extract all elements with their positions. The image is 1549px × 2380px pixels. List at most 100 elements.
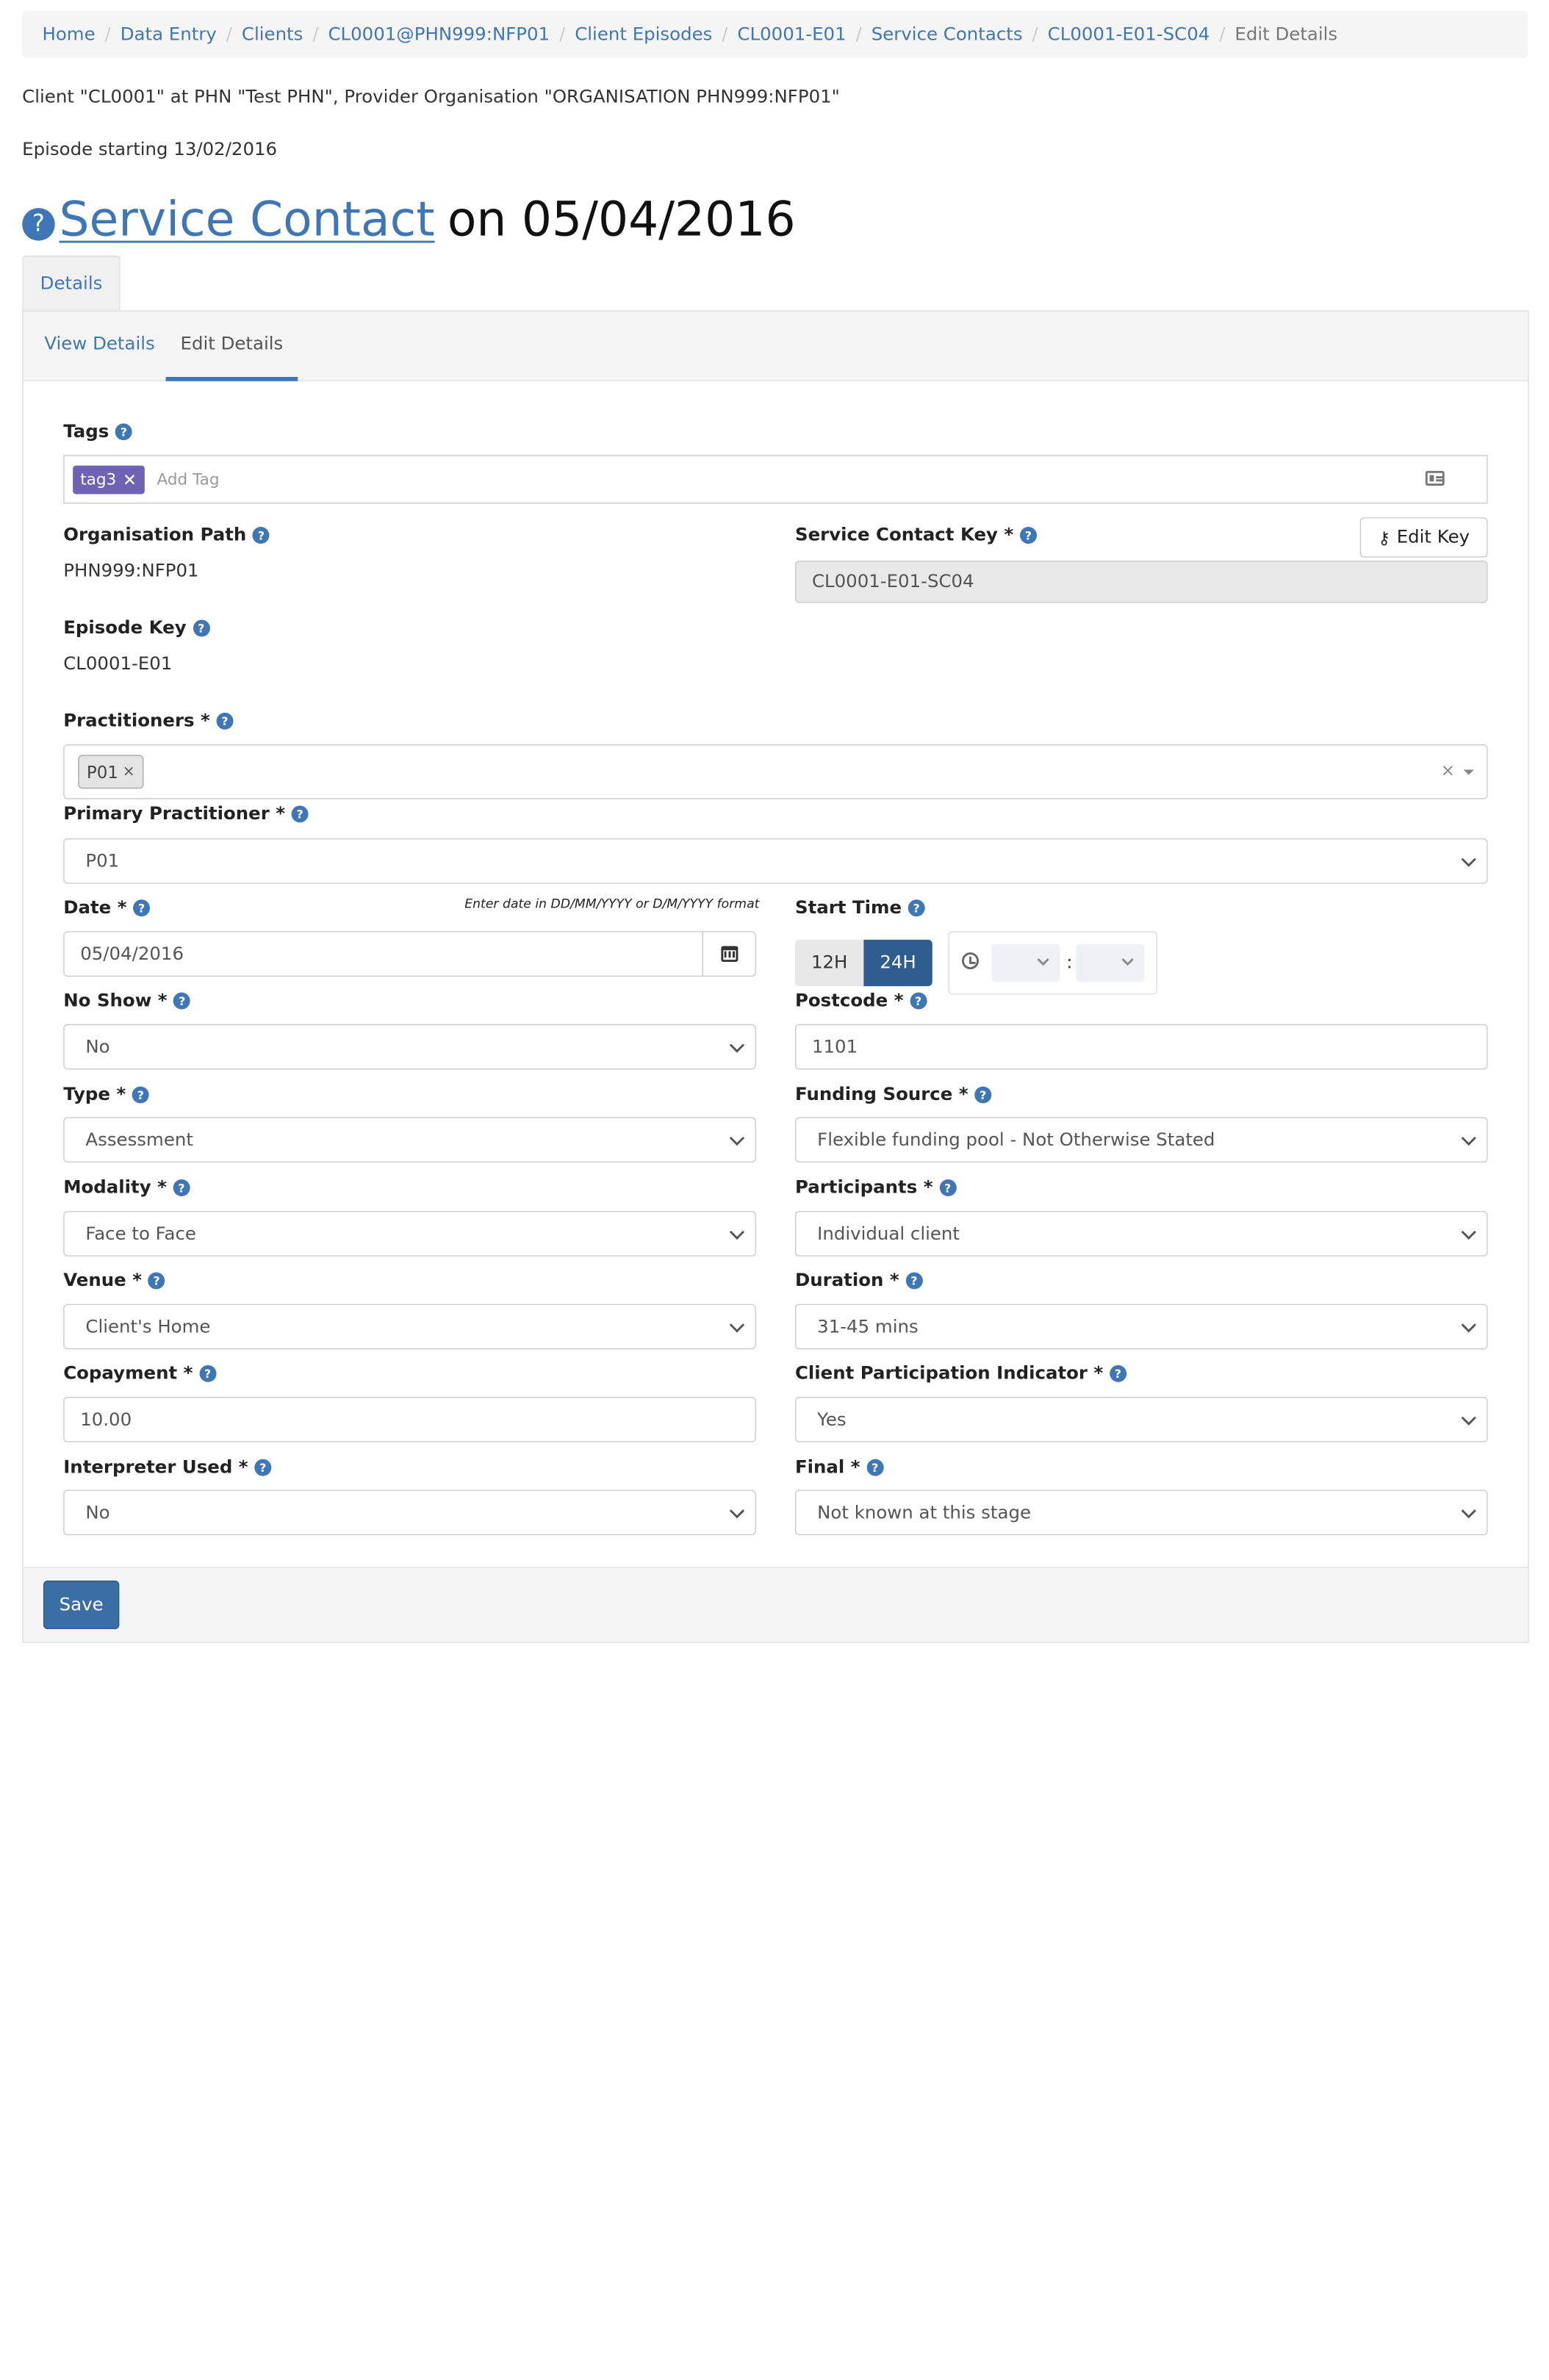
24h-toggle[interactable]: 24H	[863, 939, 932, 987]
minute-select[interactable]	[1076, 943, 1145, 982]
interpreter-label-text: Interpreter Used *	[63, 1456, 248, 1478]
save-button[interactable]: Save	[43, 1581, 120, 1630]
postcode-label-text: Postcode *	[794, 990, 904, 1012]
tab-edit-details[interactable]: Edit Details	[165, 312, 298, 381]
venue-select[interactable]: Client's Home	[63, 1304, 756, 1350]
chevron-down-icon	[729, 1224, 745, 1240]
clear-icon[interactable]: ×	[1441, 761, 1455, 780]
interpreter-select[interactable]: No	[63, 1489, 756, 1536]
help-icon[interactable]: ?	[252, 527, 270, 544]
type-value: Assessment	[85, 1129, 193, 1151]
chevron-down-icon	[1461, 852, 1476, 867]
start-time-label: Start Time ?	[795, 897, 925, 918]
date-input[interactable]: 05/04/2016	[63, 931, 703, 977]
help-icon[interactable]: ?	[133, 899, 151, 917]
title-date: on 05/04/2016	[447, 190, 796, 247]
help-icon[interactable]: ?	[291, 805, 309, 823]
tab-details[interactable]: Details	[22, 255, 121, 312]
no-show-value: No	[85, 1036, 110, 1058]
breadcrumb-data-entry[interactable]: Data Entry	[121, 24, 217, 45]
primary-practitioner-select[interactable]: P01	[63, 838, 1488, 884]
client-participation-label: Client Participation Indicator * ?	[795, 1363, 1126, 1384]
help-icon[interactable]: ?	[173, 1179, 190, 1197]
tags-input[interactable]: tag3 ✕ Add Tag	[63, 455, 1488, 504]
participants-label: Participants * ?	[794, 1177, 957, 1198]
breadcrumb-separator: /	[1219, 24, 1226, 46]
chevron-down-icon	[729, 1038, 745, 1053]
breadcrumb-service-contacts[interactable]: Service Contacts	[871, 24, 1023, 45]
remove-tag-icon[interactable]: ✕	[123, 470, 137, 489]
add-tag-placeholder[interactable]: Add Tag	[157, 470, 219, 489]
breadcrumb-separator: /	[559, 24, 566, 46]
final-value: Not known at this stage	[817, 1501, 1031, 1523]
chevron-down-icon	[1461, 1224, 1476, 1240]
postcode-input[interactable]: 1101	[794, 1024, 1488, 1070]
type-select[interactable]: Assessment	[63, 1117, 756, 1163]
help-icon[interactable]: ?	[1109, 1365, 1126, 1382]
service-contact-key-value: CL0001-E01-SC04	[811, 571, 974, 593]
final-select[interactable]: Not known at this stage	[794, 1489, 1488, 1536]
org-path-value: PHN999:NFP01	[63, 560, 199, 582]
breadcrumb-service-contact[interactable]: CL0001-E01-SC04	[1048, 24, 1210, 45]
breadcrumb-separator: /	[312, 24, 319, 46]
service-contact-link[interactable]: Service Contact	[59, 190, 434, 246]
final-label-text: Final *	[794, 1456, 860, 1478]
help-icon[interactable]: ?	[254, 1459, 272, 1476]
copayment-input[interactable]: 10.00	[63, 1397, 756, 1442]
help-icon[interactable]: ?	[866, 1459, 884, 1476]
practitioners-select[interactable]: P01 × ×	[63, 744, 1488, 799]
hour-select[interactable]	[991, 943, 1060, 982]
tag-chip: tag3 ✕	[73, 464, 145, 494]
org-path-label-text: Organisation Path	[63, 525, 247, 546]
breadcrumb-episode[interactable]: CL0001-E01	[737, 24, 846, 45]
breadcrumb-clients[interactable]: Clients	[242, 24, 303, 45]
caret-down-icon[interactable]	[1463, 769, 1474, 775]
breadcrumb-client[interactable]: CL0001@PHN999:NFP01	[328, 24, 550, 45]
practitioners-label: Practitioners * ?	[63, 711, 234, 732]
edit-key-button[interactable]: ⚷ Edit Key	[1359, 517, 1488, 558]
tab-view-details[interactable]: View Details	[44, 312, 154, 377]
no-show-select[interactable]: No	[63, 1024, 756, 1070]
12h-toggle[interactable]: 12H	[794, 939, 864, 987]
practitioner-chip: P01 ×	[78, 755, 144, 789]
date-label-text: Date *	[63, 897, 127, 919]
duration-label: Duration * ?	[795, 1270, 923, 1291]
primary-practitioner-value: P01	[85, 850, 120, 872]
help-icon[interactable]: ?	[173, 992, 191, 1010]
breadcrumb-home[interactable]: Home	[42, 24, 95, 45]
help-icon[interactable]: ?	[216, 712, 234, 730]
clock-icon	[962, 952, 980, 970]
tags-label-text: Tags	[63, 421, 109, 443]
subtabs: View Details Edit Details	[23, 311, 1528, 381]
duration-select[interactable]: 31-45 mins	[794, 1304, 1488, 1350]
id-card-icon[interactable]	[1425, 470, 1445, 486]
chevron-down-icon	[1461, 1503, 1476, 1519]
help-icon[interactable]: ?	[910, 992, 927, 1010]
help-icon[interactable]: ?	[1019, 527, 1037, 544]
help-icon[interactable]: ?	[193, 619, 210, 637]
breadcrumb-separator: /	[855, 24, 862, 46]
help-icon[interactable]: ?	[908, 899, 925, 917]
help-icon[interactable]: ?	[115, 423, 132, 441]
calendar-button[interactable]	[702, 931, 756, 977]
remove-practitioner-icon[interactable]: ×	[123, 763, 135, 780]
help-icon[interactable]: ?	[148, 1272, 165, 1290]
help-icon[interactable]: ?	[132, 1086, 149, 1104]
final-label: Final * ?	[794, 1456, 884, 1478]
modality-select[interactable]: Face to Face	[63, 1211, 756, 1256]
participants-select[interactable]: Individual client	[794, 1211, 1488, 1256]
chevron-down-icon	[729, 1503, 745, 1519]
chevron-down-icon	[729, 1130, 745, 1146]
funding-source-select[interactable]: Flexible funding pool - Not Otherwise St…	[794, 1117, 1488, 1163]
participants-label-text: Participants *	[794, 1177, 933, 1198]
help-icon[interactable]: ?	[22, 207, 55, 240]
breadcrumb-client-episodes[interactable]: Client Episodes	[575, 24, 712, 45]
help-icon[interactable]: ?	[939, 1179, 957, 1197]
help-icon[interactable]: ?	[905, 1272, 923, 1290]
venue-value: Client's Home	[85, 1316, 211, 1337]
client-participation-select[interactable]: Yes	[794, 1397, 1488, 1442]
help-icon[interactable]: ?	[199, 1365, 217, 1382]
help-icon[interactable]: ?	[974, 1086, 992, 1104]
postcode-label: Postcode * ?	[795, 991, 927, 1012]
venue-label: Venue * ?	[63, 1270, 165, 1291]
